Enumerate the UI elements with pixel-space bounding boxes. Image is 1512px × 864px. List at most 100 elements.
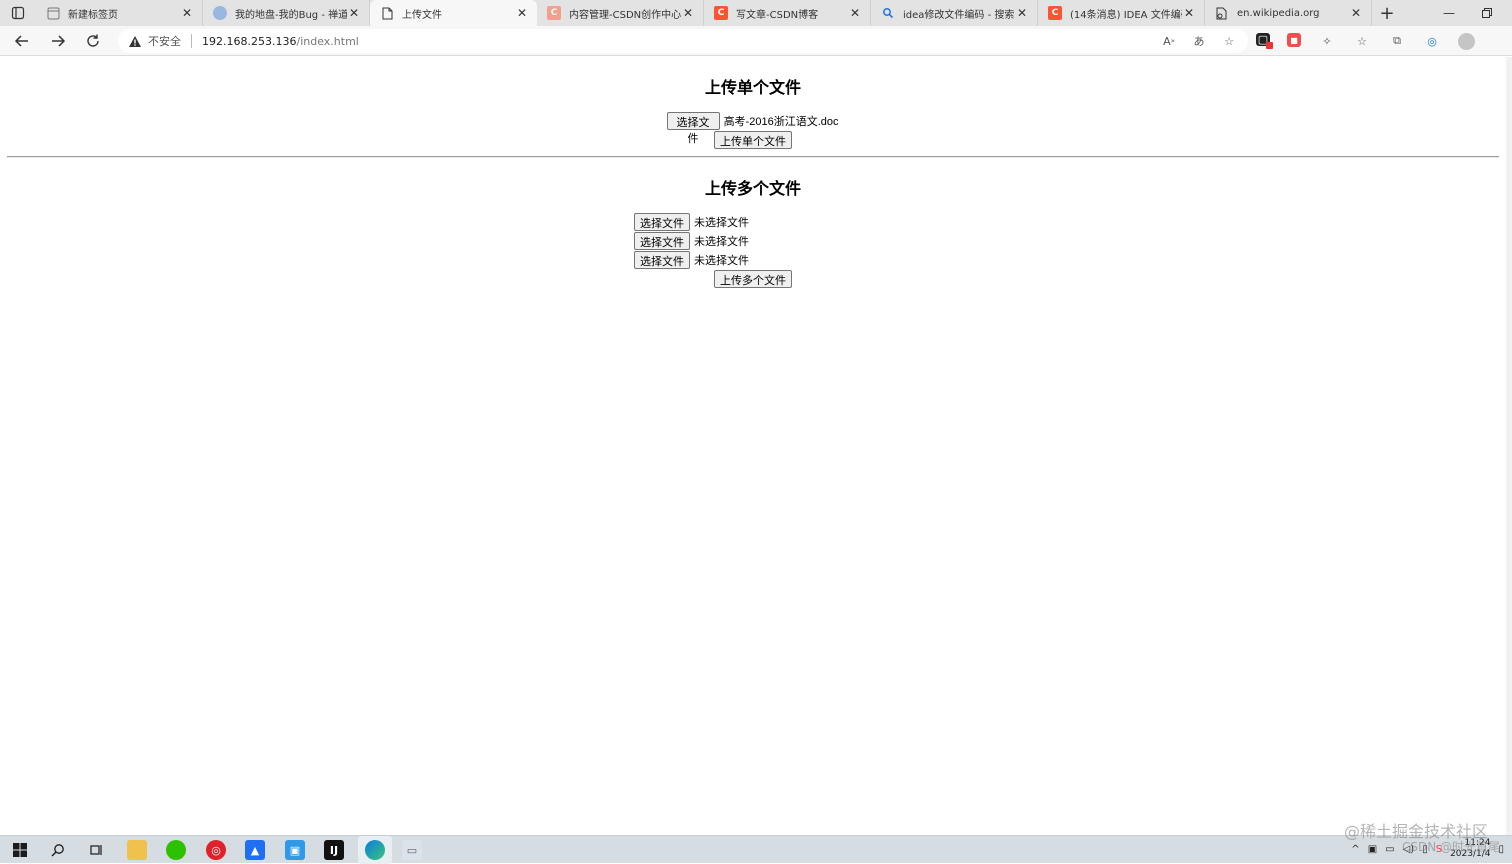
browser-tab[interactable]: 新建标签页 ✕ <box>36 0 203 26</box>
single-upload-section: 上传单个文件 选择文件 高考-2016浙江语文.doc 上传单个文件 <box>0 74 1506 149</box>
reload-icon <box>87 34 99 47</box>
scrollbar[interactable] <box>1506 57 1512 835</box>
close-icon[interactable]: ✕ <box>1182 6 1196 20</box>
multi-file-row: 选择文件 未选择文件 <box>0 213 1506 231</box>
browser-tab[interactable]: C 写文章-CSDN博客 ✕ <box>704 0 871 26</box>
close-icon[interactable]: ✕ <box>180 6 194 20</box>
close-icon[interactable]: ✕ <box>1015 6 1029 20</box>
single-upload-heading: 上传单个文件 <box>704 80 801 97</box>
search-icon <box>881 6 895 20</box>
page-icon <box>380 6 394 20</box>
browser-tab[interactable]: C 内容管理-CSDN创作中心 ✕ <box>537 0 704 26</box>
address-bar[interactable]: 不安全 192.168.253.136/index.html A» あ ☆ <box>118 29 1248 53</box>
tab-title: 我的地盘-我的Bug - 禅道 <box>235 9 347 21</box>
selected-file-name: 未选择文件 <box>694 255 749 267</box>
url-text[interactable]: 192.168.253.136/index.html <box>202 35 359 48</box>
tab-title: 新建标签页 <box>68 9 118 21</box>
watermark-sub: CSDN @时光首尾 <box>1401 840 1500 854</box>
file-explorer-icon[interactable] <box>127 840 147 860</box>
tab-title: idea修改文件编码 - 搜索 <box>903 9 1015 21</box>
back-button[interactable] <box>11 31 33 51</box>
tab-title: 内容管理-CSDN创作中心 <box>569 9 681 21</box>
tab-title: en.wikipedia.org <box>1237 7 1320 19</box>
search-button[interactable] <box>48 840 68 860</box>
minimize-icon: — <box>1443 6 1455 20</box>
edge-icon <box>365 840 385 860</box>
single-file-row: 选择文件 高考-2016浙江语文.doc <box>0 112 1506 145</box>
favorites-icon[interactable]: ☆ <box>1353 33 1371 49</box>
page-content: 上传单个文件 选择文件 高考-2016浙江语文.doc 上传单个文件 上传多个文… <box>0 57 1506 835</box>
upload-single-button[interactable]: 上传单个文件 <box>714 131 792 149</box>
browser-tab[interactable]: idea修改文件编码 - 搜索 ✕ <box>871 0 1038 26</box>
minimize-button[interactable]: — <box>1430 0 1468 26</box>
avatar[interactable] <box>1458 33 1475 50</box>
tab-title: 上传文件 <box>402 9 442 21</box>
forward-button[interactable] <box>47 31 69 51</box>
browser-tab-active[interactable]: 上传文件 ✕ <box>370 0 537 26</box>
read-aloud-icon[interactable]: A» <box>1160 33 1178 49</box>
upload-multiple-button[interactable]: 上传多个文件 <box>714 270 792 288</box>
choose-file-button[interactable]: 选择文件 <box>634 213 690 231</box>
task-view-button[interactable] <box>86 840 106 860</box>
multi-file-row: 选择文件 未选择文件 <box>0 251 1506 269</box>
url-path: /index.html <box>296 34 359 48</box>
section-divider <box>7 156 1499 158</box>
close-icon[interactable]: ✕ <box>848 6 862 20</box>
new-tab-button[interactable]: + <box>1372 0 1402 26</box>
favorite-add-icon[interactable]: ☆ <box>1220 33 1238 49</box>
vmware-icon[interactable]: ▣ <box>285 840 305 860</box>
multiple-upload-heading: 上传多个文件 <box>704 181 801 198</box>
tab-title: 写文章-CSDN博客 <box>736 9 819 21</box>
netease-music-icon[interactable]: ◎ <box>206 840 226 860</box>
edge-taskbar-button[interactable] <box>358 836 392 864</box>
warning-icon[interactable] <box>128 35 144 48</box>
address-bar-actions: A» あ ☆ <box>1160 33 1238 49</box>
search-icon <box>51 844 64 857</box>
browser-tab[interactable]: en.wikipedia.org ✕ <box>1205 0 1372 26</box>
network-icon[interactable]: ▭ <box>1385 844 1394 855</box>
puzzle-icon[interactable]: ✧ <box>1318 33 1336 49</box>
task-view-icon <box>90 845 102 855</box>
close-icon[interactable]: ✕ <box>1349 6 1363 20</box>
start-button[interactable] <box>10 840 30 860</box>
multiple-submit-row: 上传多个文件 <box>0 270 1506 288</box>
wechat-icon[interactable] <box>166 840 186 860</box>
choose-file-button[interactable]: 选择文件 <box>666 112 720 145</box>
newtab-icon <box>46 6 60 20</box>
csdn-icon: C <box>1048 6 1062 20</box>
close-icon[interactable]: ✕ <box>515 6 529 20</box>
tray-app-icon[interactable]: ▣ <box>1368 844 1377 855</box>
feishu-icon[interactable]: ▲ <box>245 840 265 860</box>
translate-icon[interactable]: あ <box>1190 33 1208 49</box>
collections-icon[interactable]: ⧉ <box>1388 33 1406 49</box>
csdn-icon: C <box>714 6 728 20</box>
divider <box>191 34 192 48</box>
browser-tab[interactable]: 我的地盘-我的Bug - 禅道 ✕ <box>203 0 370 26</box>
arrow-left-icon <box>14 35 28 47</box>
extension-icon[interactable]: ▢ <box>1256 33 1273 49</box>
chevron-up-icon[interactable]: ^ <box>1351 844 1359 855</box>
choose-file-button[interactable]: 选择文件 <box>634 251 690 269</box>
windows-icon <box>13 843 27 857</box>
single-submit-row: 上传单个文件 <box>0 131 1506 149</box>
tab-actions-button[interactable] <box>0 0 36 26</box>
multi-file-row: 选择文件 未选择文件 <box>0 232 1506 250</box>
security-label[interactable]: 不安全 <box>148 33 181 49</box>
choose-file-button[interactable]: 选择文件 <box>634 232 690 250</box>
browser-tab[interactable]: C (14条消息) IDEA 文件编码修 ✕ <box>1038 0 1205 26</box>
plus-icon: + <box>1379 2 1395 24</box>
zentao-icon <box>213 6 227 20</box>
taskbar: ◎ ▲ ▣ IJ ▭ ^ ▣ ▭ ◁) ▯ S 11:24 2023/1/4 ▯ <box>0 835 1512 864</box>
intellij-idea-icon[interactable]: IJ <box>324 840 344 860</box>
browser-toolbar: 不安全 192.168.253.136/index.html A» あ ☆ ▢ … <box>0 26 1512 56</box>
close-icon[interactable]: ✕ <box>681 6 695 20</box>
extension-red-icon[interactable]: ■ <box>1287 33 1301 47</box>
arrow-right-icon <box>52 35 66 47</box>
reload-button[interactable] <box>82 31 104 51</box>
selected-file-name: 未选择文件 <box>694 236 749 248</box>
wikipedia-icon <box>1215 6 1229 20</box>
close-icon[interactable]: ✕ <box>347 6 361 20</box>
restore-button[interactable] <box>1468 0 1506 26</box>
screenshot-tool-icon[interactable]: ▭ <box>402 840 422 860</box>
edge-sidebar-icon[interactable]: ◎ <box>1423 33 1441 49</box>
